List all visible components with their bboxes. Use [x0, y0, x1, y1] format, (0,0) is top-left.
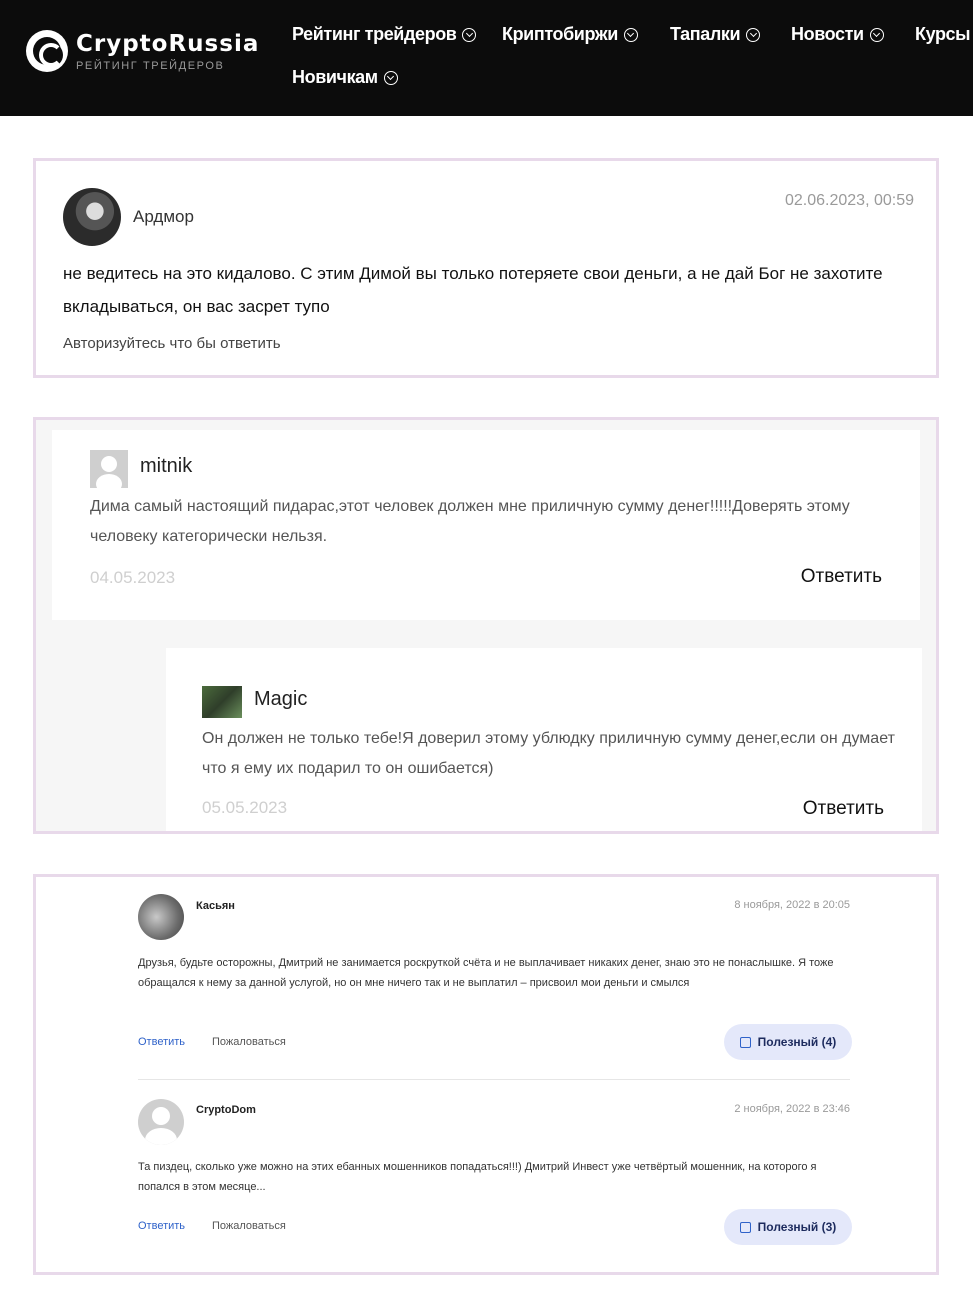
nav-item-news[interactable]: Новости: [791, 24, 884, 45]
comment-date: 8 ноября, 2022 в 20:05: [734, 899, 850, 911]
comment-date: 02.06.2023, 00:59: [784, 192, 914, 209]
useful-button[interactable]: Полезный (4): [724, 1024, 852, 1060]
user-placeholder-icon: [90, 450, 128, 494]
nav-label: Тапалки: [670, 24, 741, 44]
chevron-down-icon: [746, 27, 761, 42]
useful-button[interactable]: Полезный (3): [724, 1209, 852, 1245]
comment-text: Друзья, будьте осторожны, Дмитрий не зан…: [138, 957, 834, 989]
reply-button[interactable]: Ответить: [801, 566, 882, 588]
thumbs-up-icon: [739, 1221, 751, 1233]
chevron-down-icon: [462, 27, 477, 42]
chevron-down-icon: [623, 27, 638, 42]
comment-author: CryptoDom: [196, 1104, 256, 1116]
site-logo[interactable]: CryptoRussia РЕЙТИНГ ТРЕЙДЕРОВ: [26, 30, 259, 72]
useful-label: Полезный (3): [757, 1220, 837, 1234]
nav-item-exchanges[interactable]: Криптобиржи: [502, 24, 638, 45]
reply-link[interactable]: Ответить: [138, 1036, 185, 1048]
logo-subtitle: РЕЙТИНГ ТРЕЙДЕРОВ: [76, 59, 225, 72]
useful-label: Полезный (4): [757, 1035, 837, 1049]
chevron-down-icon: [869, 27, 884, 42]
comment-card-3: Касьян 8 ноября, 2022 в 20:05 Друзья, бу…: [33, 874, 939, 1275]
nav-item-beginners[interactable]: Новичкам: [292, 67, 398, 88]
nav-item-tapalki[interactable]: Тапалки: [670, 24, 761, 45]
reply-button[interactable]: Ответить: [803, 798, 884, 820]
comment-author: mitnik: [140, 455, 193, 477]
comment: mitnik Дима самый настоящий пидарас,этот…: [52, 430, 920, 620]
reply-comment: Magic Он должен не только тебе!Я доверил…: [166, 648, 922, 831]
login-to-reply-link[interactable]: Авторизуйтесь что бы ответить: [63, 335, 281, 352]
chevron-down-icon: [383, 70, 398, 85]
comment-date: 2 ноября, 2022 в 23:46: [734, 1103, 850, 1115]
comment-author: Ардмор: [133, 207, 194, 226]
comment-author: Касьян: [196, 900, 235, 912]
logo-icon: [26, 30, 68, 72]
report-link[interactable]: Пожаловаться: [212, 1036, 286, 1048]
nav-label: Рейтинг трейдеров: [292, 24, 457, 44]
user-placeholder-icon: [138, 1099, 184, 1145]
divider: [138, 1079, 850, 1080]
comment-text: не ведитесь на это кидалово. С этим Димо…: [63, 264, 883, 316]
comment-text: Дима самый настоящий пидарас,этот челове…: [90, 498, 850, 545]
comment-date: 05.05.2023: [202, 798, 288, 817]
comment-card-2: mitnik Дима самый настоящий пидарас,этот…: [33, 417, 939, 834]
reply-link[interactable]: Ответить: [138, 1220, 185, 1232]
nav-label: Новичкам: [292, 67, 378, 87]
avatar: [138, 894, 184, 940]
thumbs-up-icon: [739, 1036, 751, 1048]
comment-text: Он должен не только тебе!Я доверил этому…: [202, 730, 895, 777]
nav-label: Новости: [791, 24, 864, 44]
nav-item-trader-rating[interactable]: Рейтинг трейдеров: [292, 24, 477, 45]
avatar: [63, 188, 121, 246]
logo-title: CryptoRussia: [76, 30, 260, 57]
comment-card-1: Ардмор 02.06.2023, 00:59 не ведитесь на …: [33, 158, 939, 378]
nav-label: Курсы: [915, 24, 971, 44]
avatar: [202, 686, 242, 718]
comment-text: Та пиздец, сколько уже можно на этих еба…: [138, 1161, 817, 1193]
comment-date: 04.05.2023: [90, 568, 176, 587]
nav-item-courses[interactable]: Курсы: [915, 24, 971, 45]
site-header: CryptoRussia РЕЙТИНГ ТРЕЙДЕРОВ Рейтинг т…: [0, 0, 973, 116]
report-link[interactable]: Пожаловаться: [212, 1220, 286, 1232]
nav-label: Криптобиржи: [502, 24, 618, 44]
comment-author: Magic: [254, 688, 308, 710]
